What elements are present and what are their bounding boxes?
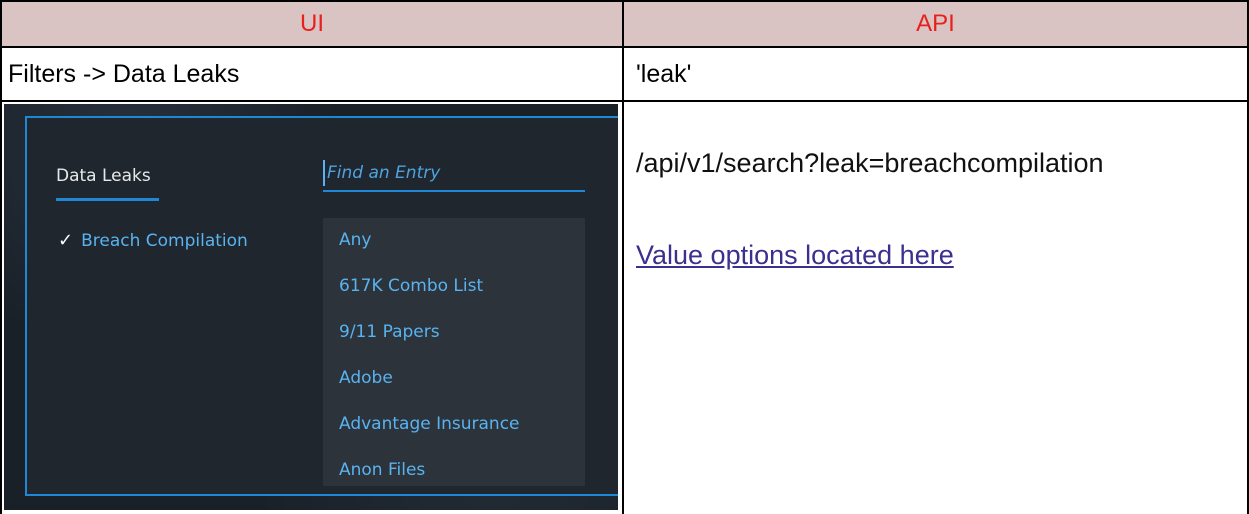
entry-list[interactable]: Any 617K Combo List 9/11 Papers Adobe Ad… bbox=[323, 218, 585, 486]
value-options-link[interactable]: Value options located here bbox=[636, 240, 954, 271]
row1-ui-cell: Filters -> Data Leaks bbox=[2, 48, 622, 100]
list-item-911-papers[interactable]: 9/11 Papers bbox=[339, 322, 440, 342]
document-table: UI API Filters -> Data Leaks 'leak' Data… bbox=[0, 0, 1249, 514]
table-border-top bbox=[0, 0, 1249, 2]
app-screenshot: Data Leaks ✓ Breach Compilation Any 617K … bbox=[4, 104, 618, 510]
header-cell-ui: UI bbox=[2, 2, 622, 46]
list-item-adobe[interactable]: Adobe bbox=[339, 368, 393, 388]
text-caret bbox=[323, 160, 325, 186]
header-cell-api: API bbox=[624, 2, 1247, 46]
api-endpoint-text: /api/v1/search?leak=breachcompilation bbox=[636, 148, 1104, 178]
list-item-advantage-insurance[interactable]: Advantage Insurance bbox=[339, 414, 520, 434]
table-column-divider bbox=[622, 0, 624, 514]
header-api-label: API bbox=[916, 10, 955, 37]
list-item-any[interactable]: Any bbox=[339, 230, 371, 250]
table-row-divider-2 bbox=[0, 100, 1249, 102]
header-ui-label: UI bbox=[300, 10, 324, 37]
tab-active-indicator bbox=[56, 198, 159, 201]
checkmark-icon: ✓ bbox=[58, 230, 74, 251]
row1-ui-text: Filters -> Data Leaks bbox=[8, 59, 240, 88]
selected-filter-label: Breach Compilation bbox=[81, 231, 248, 251]
find-entry-input[interactable] bbox=[323, 156, 585, 192]
row1-api-text: 'leak' bbox=[636, 59, 692, 88]
table-border-left bbox=[0, 0, 2, 514]
table-row-divider-1 bbox=[0, 46, 1249, 48]
filter-panel: Data Leaks ✓ Breach Compilation Any 617K … bbox=[25, 116, 618, 496]
list-item-anon-files[interactable]: Anon Files bbox=[339, 460, 425, 480]
list-item-617k-combo-list[interactable]: 617K Combo List bbox=[339, 276, 483, 296]
selected-filter-item[interactable]: ✓ Breach Compilation bbox=[58, 230, 248, 251]
tab-data-leaks[interactable]: Data Leaks bbox=[56, 166, 151, 186]
row1-api-cell: 'leak' bbox=[624, 48, 1247, 100]
row2-api-cell: /api/v1/search?leak=breachcompilation Va… bbox=[624, 102, 1247, 512]
